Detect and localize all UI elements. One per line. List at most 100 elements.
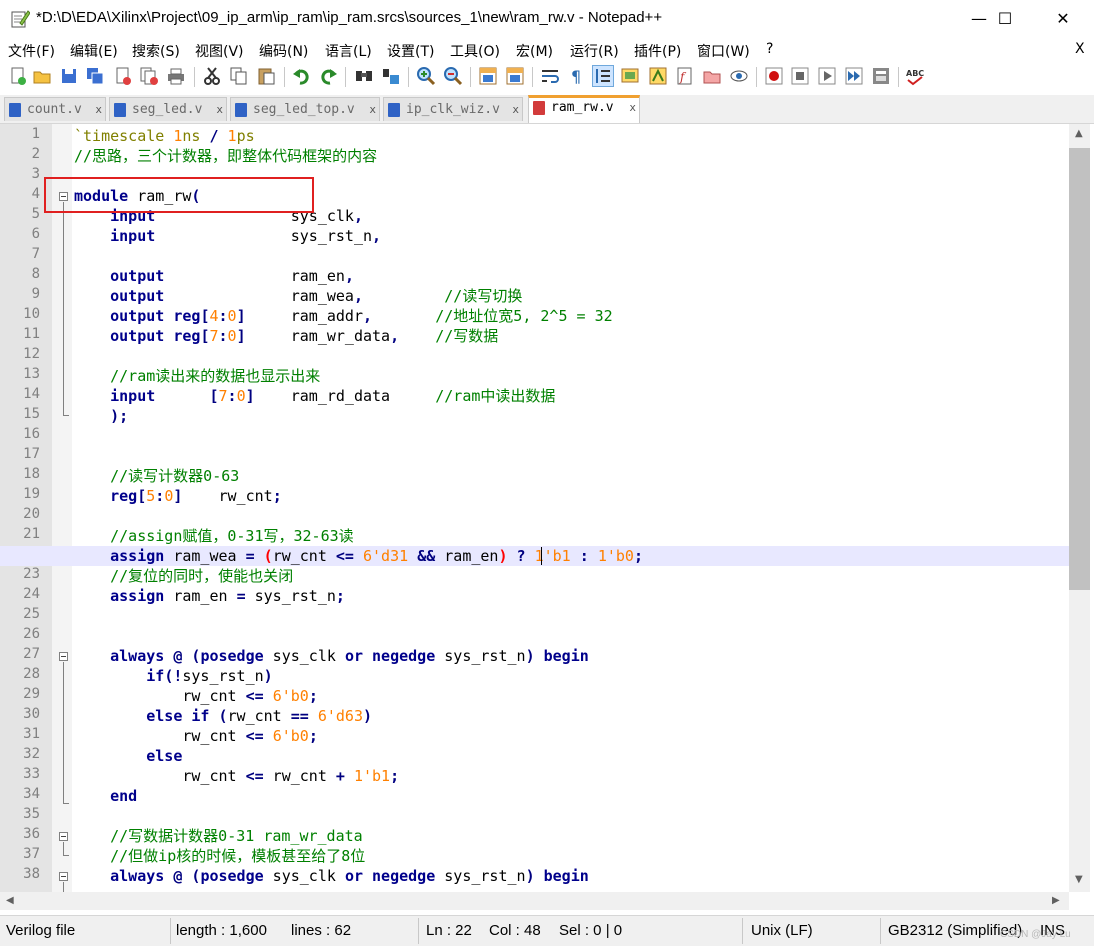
tab-count-v[interactable]: count.v x: [4, 97, 106, 121]
find-icon[interactable]: [354, 66, 374, 86]
replace-icon[interactable]: [381, 66, 401, 86]
menu-macro[interactable]: 宏(M): [516, 41, 553, 61]
sync-vertical-icon[interactable]: [478, 66, 498, 86]
zoom-in-icon[interactable]: [416, 66, 436, 86]
code-line[interactable]: output ram_en,: [74, 266, 354, 286]
user-language-icon[interactable]: [620, 66, 640, 86]
code-editor[interactable]: 1234567891011121314151617181920212223242…: [0, 124, 1094, 892]
code-line[interactable]: input sys_rst_n,: [74, 226, 381, 246]
menu-language[interactable]: 语言(L): [325, 41, 372, 61]
horizontal-scrollbar[interactable]: ◀ ▶: [0, 892, 1069, 910]
undo-icon[interactable]: [292, 66, 312, 86]
redo-icon[interactable]: [318, 66, 338, 86]
menu-encoding[interactable]: 编码(N): [259, 41, 308, 61]
tab-ram-rw-v[interactable]: ram_rw.v x: [528, 95, 640, 123]
fold-toggle-icon[interactable]: [59, 652, 68, 661]
copy-icon[interactable]: [229, 66, 249, 86]
fold-margin[interactable]: [52, 124, 72, 892]
code-line[interactable]: else: [74, 746, 182, 766]
fold-toggle-icon[interactable]: [59, 832, 68, 841]
code-line[interactable]: output ram_wea, //读写切换: [74, 286, 522, 306]
code-line[interactable]: //ram读出来的数据也显示出来: [74, 366, 320, 386]
menu-plugins[interactable]: 插件(P): [634, 41, 681, 61]
code-line[interactable]: always @ (posedge sys_clk or negedge sys…: [74, 866, 589, 886]
menu-search[interactable]: 搜索(S): [132, 41, 180, 61]
fold-toggle-icon[interactable]: [59, 872, 68, 881]
close-button[interactable]: ✕: [1040, 0, 1086, 38]
indent-guide-icon[interactable]: [592, 65, 614, 87]
menu-file[interactable]: 文件(F): [8, 41, 55, 61]
zoom-out-icon[interactable]: [443, 66, 463, 86]
code-line[interactable]: `timescale 1ns / 1ps: [74, 126, 255, 146]
function-list-icon[interactable]: f: [675, 66, 695, 86]
macro-stop-icon[interactable]: [790, 66, 810, 86]
sync-horizontal-icon[interactable]: [505, 66, 525, 86]
tab-ip-clk-wiz-v[interactable]: ip_clk_wiz.v x: [383, 97, 523, 121]
code-line[interactable]: assign ram_wea = (rw_cnt <= 6'd31 && ram…: [74, 546, 643, 566]
tab-close-button[interactable]: x: [216, 103, 223, 116]
code-line[interactable]: //思路，三个计数器，即整体代码框架的内容: [74, 146, 377, 166]
code-line[interactable]: rw_cnt <= 6'b0;: [74, 686, 317, 706]
macro-play-icon[interactable]: [817, 66, 837, 86]
code-line[interactable]: //复位的同时，使能也关闭: [74, 566, 293, 586]
code-line[interactable]: output reg[4:0] ram_addr, //地址位宽5, 2^5 =…: [74, 306, 613, 326]
maximize-button[interactable]: ☐: [982, 0, 1028, 38]
print-icon[interactable]: [166, 66, 186, 86]
code-line[interactable]: if(!sys_rst_n): [74, 666, 272, 686]
macro-record-icon[interactable]: [764, 66, 784, 86]
doc-map-icon[interactable]: [648, 66, 668, 86]
menu-run[interactable]: 运行(R): [570, 41, 619, 61]
vertical-scroll-thumb[interactable]: [1069, 148, 1090, 590]
save-all-icon[interactable]: [85, 66, 105, 86]
word-wrap-icon[interactable]: [540, 66, 560, 86]
show-all-chars-icon[interactable]: ¶: [566, 66, 586, 86]
tab-close-button[interactable]: x: [95, 103, 102, 116]
tab-seg-led-v[interactable]: seg_led.v x: [109, 97, 227, 121]
line-number: 27: [23, 646, 40, 662]
line-number: 35: [23, 806, 40, 822]
tab-close-button[interactable]: x: [629, 101, 636, 114]
code-line[interactable]: //但做ip核的时候，模板甚至给了8位: [74, 846, 365, 866]
cut-icon[interactable]: [202, 66, 222, 86]
new-file-icon[interactable]: [8, 66, 28, 86]
fold-line: [63, 882, 64, 892]
close-file-icon[interactable]: [113, 66, 133, 86]
spell-check-icon[interactable]: ABC: [905, 66, 925, 86]
code-line[interactable]: always @ (posedge sys_clk or negedge sys…: [74, 646, 589, 666]
close-all-icon[interactable]: [139, 66, 159, 86]
menu-window[interactable]: 窗口(W): [697, 41, 750, 61]
menu-settings[interactable]: 设置(T): [387, 41, 434, 61]
menu-help[interactable]: ?: [766, 41, 773, 57]
code-line[interactable]: else if (rw_cnt == 6'd63): [74, 706, 372, 726]
open-file-icon[interactable]: [32, 66, 52, 86]
macro-save-icon[interactable]: [871, 66, 891, 86]
scroll-down-arrow-icon[interactable]: ▼: [1075, 874, 1083, 885]
menu-view[interactable]: 视图(V): [195, 41, 244, 61]
tab-close-button[interactable]: x: [369, 103, 376, 116]
close-document-button[interactable]: X: [1075, 41, 1085, 57]
scroll-up-arrow-icon[interactable]: ▲: [1075, 128, 1083, 139]
code-line[interactable]: //读写计数器0-63: [74, 466, 239, 486]
tab-seg-led-top-v[interactable]: seg_led_top.v x: [230, 97, 380, 121]
code-line[interactable]: end: [74, 786, 137, 806]
code-line[interactable]: rw_cnt <= rw_cnt + 1'b1;: [74, 766, 399, 786]
paste-icon[interactable]: [256, 66, 276, 86]
code-line[interactable]: assign ram_en = sys_rst_n;: [74, 586, 345, 606]
code-line[interactable]: input [7:0] ram_rd_data //ram中读出数据: [74, 386, 555, 406]
menu-tools[interactable]: 工具(O): [450, 41, 500, 61]
code-line[interactable]: reg[5:0] rw_cnt;: [74, 486, 282, 506]
code-line[interactable]: //写数据计数器0-31 ram_wr_data: [74, 826, 363, 846]
scroll-right-arrow-icon[interactable]: ▶: [1052, 895, 1060, 906]
folder-workspace-icon[interactable]: [702, 66, 722, 86]
status-eol[interactable]: Unix (LF): [751, 922, 813, 939]
code-line[interactable]: );: [74, 406, 128, 426]
save-icon[interactable]: [59, 66, 79, 86]
macro-run-multiple-icon[interactable]: [844, 66, 864, 86]
monitoring-icon[interactable]: [729, 66, 749, 86]
tab-close-button[interactable]: x: [512, 103, 519, 116]
scroll-left-arrow-icon[interactable]: ◀: [6, 895, 14, 906]
menu-edit[interactable]: 编辑(E): [70, 41, 118, 61]
code-line[interactable]: //assign赋值，0-31写，32-63读: [74, 526, 354, 546]
code-line[interactable]: output reg[7:0] ram_wr_data, //写数据: [74, 326, 498, 346]
code-line[interactable]: rw_cnt <= 6'b0;: [74, 726, 317, 746]
